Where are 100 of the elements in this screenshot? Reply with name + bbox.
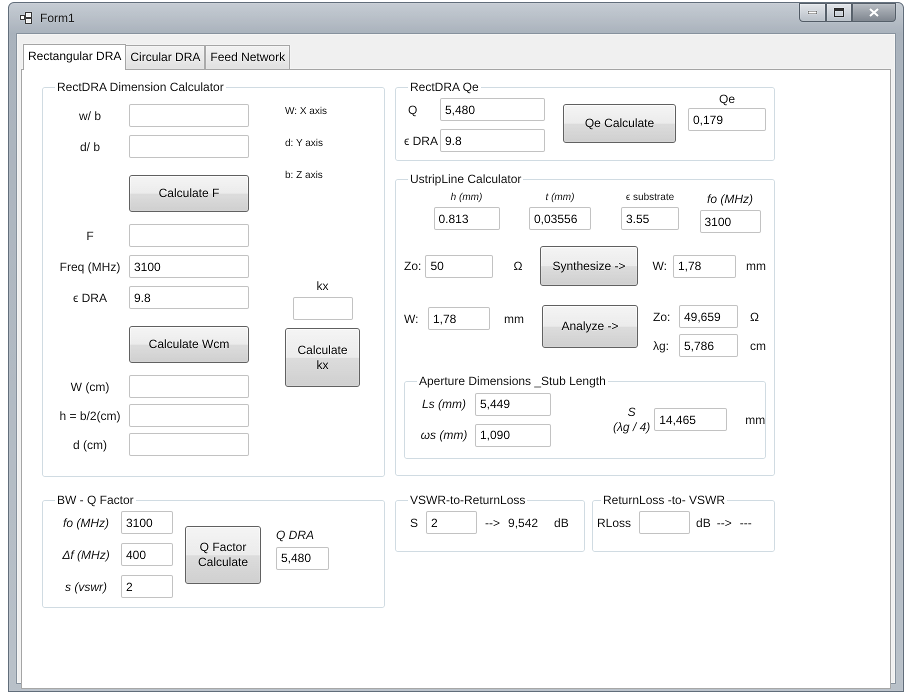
group-title: RectDRA Qe [409, 80, 480, 94]
field-label: Q DRA [276, 526, 316, 544]
field-label: t (mm) [546, 191, 574, 206]
group-title: ReturnLoss -to- VSWR [602, 493, 726, 508]
input-field[interactable] [129, 224, 249, 248]
group-title: VSWR-to-ReturnLoss [409, 493, 526, 508]
minimize-button[interactable] [799, 3, 826, 22]
field-label: Ls (mm) [421, 396, 467, 414]
field-label: Ω [750, 308, 759, 326]
input-field[interactable]: 5,786 [679, 334, 738, 358]
input-field[interactable]: 5,480 [440, 98, 545, 122]
input-field[interactable]: 0.813 [434, 207, 500, 230]
input-field[interactable]: 49,659 [679, 305, 738, 328]
input-field[interactable]: 3100 [121, 511, 173, 534]
field-label: F [85, 228, 95, 245]
input-field[interactable]: 9.8 [129, 286, 249, 310]
tab[interactable]: Circular DRA [126, 45, 206, 69]
axis-note: d: Y axis [285, 137, 324, 152]
input-field[interactable] [129, 135, 249, 158]
field-label: d/ b [78, 138, 101, 156]
field-label: Q [407, 102, 418, 119]
window-title: Form1 [40, 10, 75, 27]
input-field[interactable]: 50 [425, 254, 494, 278]
field-label: Freq (MHz) [58, 258, 122, 276]
group-title: Aperture Dimensions _Stub Length [418, 374, 607, 389]
field-label: RLoss [597, 514, 632, 532]
maximize-button[interactable] [826, 3, 852, 22]
field-label: ϵ DRA [404, 132, 439, 150]
field-label: h (mm) [450, 191, 482, 206]
field-label: --> [716, 514, 732, 532]
field-label: Δf (MHz) [61, 546, 111, 564]
field-label: Zo: [653, 308, 672, 326]
maximize-icon [834, 8, 844, 17]
input-field[interactable]: 14,465 [654, 408, 728, 432]
field-label: s (vswr) [64, 578, 108, 596]
calculate-button[interactable]: Analyze -> [542, 305, 638, 348]
field-label: ϵ substrate [626, 191, 674, 206]
input-field[interactable] [129, 104, 249, 128]
field-label: dB [696, 514, 711, 532]
input-field[interactable]: 3100 [700, 210, 760, 234]
field-label: ωs (mm) [420, 427, 468, 444]
input-field[interactable]: 2 [426, 511, 478, 534]
field-label: λg: [653, 338, 670, 355]
axis-note: b: Z axis [285, 169, 324, 184]
field-label: W: [652, 258, 667, 276]
field-label: mm [745, 412, 766, 429]
field-label: W (cm) [70, 378, 110, 396]
app-icon [20, 12, 32, 24]
tab[interactable]: Rectangular DRA [23, 44, 126, 70]
close-icon [869, 8, 879, 17]
tab[interactable]: Feed Network [205, 45, 290, 69]
input-field[interactable]: 2 [121, 575, 173, 598]
group-title: RectDRA Dimension Calculator [56, 80, 225, 94]
field-label: fo (MHz) [707, 191, 753, 208]
field-label: --- [740, 514, 752, 532]
field-label: cm [750, 338, 766, 355]
calculate-button[interactable]: Synthesize -> [540, 246, 638, 286]
input-field[interactable]: 5,480 [276, 546, 329, 570]
input-field[interactable]: 0,03556 [529, 207, 591, 230]
field-label: d (cm) [72, 436, 108, 454]
close-button[interactable] [852, 3, 896, 22]
field-label: w/ b [78, 108, 102, 125]
input-field[interactable]: 1,090 [475, 424, 551, 447]
field-label: --> [485, 514, 500, 532]
group-title: BW - Q Factor [56, 493, 135, 508]
field-label: dB [554, 514, 569, 532]
field-label: Qe [718, 91, 736, 108]
input-field[interactable] [129, 404, 249, 428]
field-label: W: [404, 310, 420, 328]
calculate-button[interactable]: Calculate F [129, 175, 249, 212]
field-label: S [410, 514, 418, 532]
input-field[interactable]: 5,449 [475, 392, 551, 416]
calculate-button[interactable]: Q Factor Calculate [185, 526, 261, 584]
field-label: mm [746, 258, 766, 276]
axis-note: W: X axis [285, 105, 328, 120]
input-field[interactable]: 0,179 [688, 108, 766, 132]
calculate-button[interactable]: Qe Calculate [563, 104, 676, 144]
input-field[interactable]: 1,78 [428, 307, 490, 330]
field-label: 9,542 [508, 514, 538, 532]
calculate-button[interactable]: Calculate kx [285, 328, 360, 388]
field-label: Ω [513, 258, 522, 276]
input-field[interactable]: 9.8 [440, 129, 545, 152]
field-label: mm [504, 310, 524, 328]
field-label: h = b/2(cm) [58, 408, 122, 425]
field-label: S [628, 404, 636, 420]
field-label: fo (MHz) [62, 514, 110, 532]
input-field[interactable] [129, 433, 249, 456]
calculate-button[interactable]: Calculate Wcm [129, 326, 249, 364]
input-field[interactable] [293, 297, 353, 320]
field-label: Zo: [404, 258, 422, 276]
input-field[interactable]: 3100 [129, 255, 249, 278]
input-field[interactable] [129, 375, 249, 398]
input-field[interactable] [639, 511, 690, 534]
field-label: (λg / 4) [613, 420, 650, 435]
input-field[interactable]: 400 [121, 543, 173, 566]
input-field[interactable]: 3.55 [621, 207, 679, 230]
group-title: UstripLine Calculator [409, 172, 522, 186]
field-label: kx [316, 278, 330, 296]
input-field[interactable]: 1,78 [673, 254, 736, 278]
field-label: ϵ DRA [72, 290, 108, 307]
